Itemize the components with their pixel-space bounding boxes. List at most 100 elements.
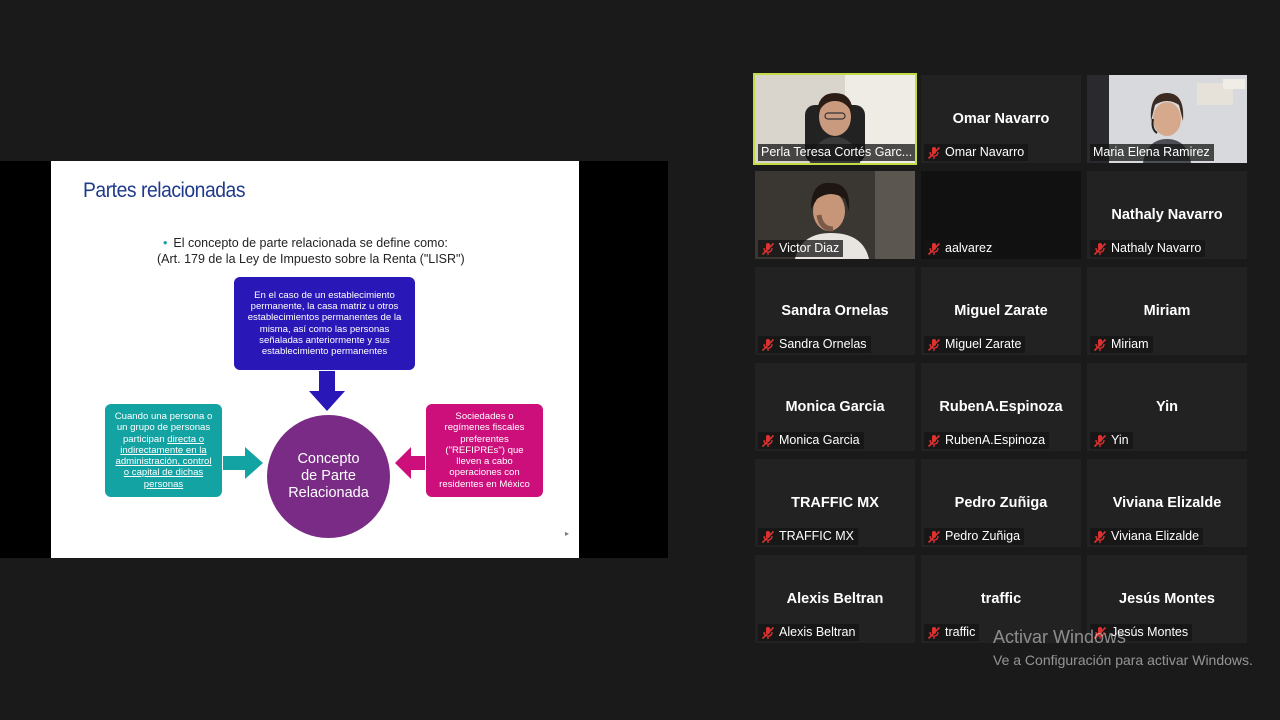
muted-microphone-icon — [927, 626, 941, 640]
cursor-icon: ▸ — [565, 529, 570, 538]
participant-name: Alexis Beltran — [779, 625, 856, 639]
muted-microphone-icon — [927, 338, 941, 352]
participant-name: Monica Garcia — [779, 433, 860, 447]
participant-display-name: Pedro Zuñiga — [954, 495, 1048, 511]
participant-tile[interactable]: Victor Diaz — [755, 171, 915, 259]
participant-display-name: Miriam — [1143, 303, 1191, 319]
left-box-line: Cuando una persona o — [114, 411, 213, 423]
right-box-line: operaciones con — [449, 467, 520, 479]
circle-line: de Parte — [301, 468, 356, 484]
presentation-slide: Partes relacionadas • El concepto de part… — [51, 161, 579, 558]
participant-display-name: Sandra Ornelas — [781, 303, 889, 319]
participant-tile[interactable]: Alexis Beltran Alexis Beltran — [755, 555, 915, 643]
bullet-text: El concepto de parte relacionada se defi… — [173, 236, 448, 250]
participant-name: Miriam — [1111, 337, 1149, 351]
participant-name-label: Alexis Beltran — [758, 624, 860, 641]
participant-display-name: RubenA.Espinoza — [939, 399, 1063, 415]
left-box-line: o capital de dichas — [123, 467, 204, 479]
participant-name-label: Victor Diaz — [758, 240, 844, 257]
slide-reference: (Art. 179 de la Ley de Impuesto sobre la… — [157, 252, 465, 266]
permanent-establishment-box: En el caso de un establecimiento permanen… — [234, 277, 415, 370]
participant-display-name: Alexis Beltran — [786, 591, 884, 607]
circle-line: Concepto — [297, 451, 360, 467]
participant-name-label: RubenA.Espinoza — [924, 432, 1050, 449]
participant-tile[interactable]: Miguel Zarate Miguel Zarate — [921, 267, 1081, 355]
related-party-concept-circle: Concepto de Parte Relacionada — [267, 415, 390, 538]
participation-box: Cuando una persona o un grupo de personas… — [105, 404, 222, 497]
participant-display-name: Jesús Montes — [1119, 591, 1215, 607]
right-box-line: lleven a cabo — [456, 456, 513, 468]
participant-name-label: Pedro Zuñiga — [924, 528, 1025, 545]
refipres-box: Sociedades o regímenes fiscales preferente… — [426, 404, 543, 497]
muted-microphone-icon — [1093, 338, 1107, 352]
top-box-line: establecimientos permanentes de la — [247, 312, 402, 324]
participant-name-label: Maria Elena Ramirez — [1090, 144, 1214, 161]
participant-display-name: Yin — [1155, 399, 1179, 415]
participant-tile[interactable]: Miriam Miriam — [1087, 267, 1247, 355]
participant-name: Pedro Zuñiga — [945, 529, 1021, 543]
top-box-line: permanente, la casa matriz u otros — [250, 301, 399, 313]
arrow-left-icon — [395, 447, 425, 479]
participant-name: RubenA.Espinoza — [945, 433, 1046, 447]
participant-tile[interactable]: Perla Teresa Cortés Garc... — [753, 73, 917, 165]
muted-microphone-icon — [761, 434, 775, 448]
participant-name: Perla Teresa Cortés Garc... — [761, 145, 913, 159]
muted-microphone-icon — [1093, 242, 1107, 256]
top-box-line: señaladas anteriormente y sus — [259, 334, 390, 346]
participant-name-label: Monica Garcia — [758, 432, 864, 449]
top-box-line: En el caso de un establecimiento — [254, 289, 395, 301]
participant-name-label: aalvarez — [924, 240, 997, 257]
top-box-line: establecimiento permanentes — [261, 345, 388, 357]
participant-display-name: Nathaly Navarro — [1111, 207, 1223, 223]
participant-tile[interactable]: Sandra Ornelas Sandra Ornelas — [755, 267, 915, 355]
right-box-line: preferentes — [460, 433, 509, 445]
participant-display-name: Monica Garcia — [785, 399, 885, 415]
participant-name: traffic — [945, 625, 976, 639]
muted-microphone-icon — [1093, 434, 1107, 448]
muted-microphone-icon — [761, 242, 775, 256]
left-box-line: indirectamente en la — [120, 444, 207, 456]
participant-tile[interactable]: Nathaly Navarro Nathaly Navarro — [1087, 171, 1247, 259]
right-box-line: residentes en México — [439, 478, 530, 490]
participant-display-name: Viviana Elizalde — [1112, 495, 1222, 511]
participant-name: Victor Diaz — [779, 241, 840, 255]
slide-title: Partes relacionadas — [83, 179, 246, 202]
participant-tile[interactable]: Omar Navarro Omar Navarro — [921, 75, 1081, 163]
left-box-line: un grupo de personas — [116, 422, 211, 434]
participant-name-label: Miriam — [1090, 336, 1153, 353]
left-box-line: participan directa o — [122, 433, 205, 445]
participant-tile[interactable]: TRAFFIC MX TRAFFIC MX — [755, 459, 915, 547]
participant-name-label: Sandra Ornelas — [758, 336, 871, 353]
muted-microphone-icon — [927, 434, 941, 448]
participant-display-name: Omar Navarro — [952, 111, 1050, 127]
bullet-icon: • — [163, 236, 168, 250]
arrow-right-icon — [223, 447, 263, 479]
participant-name-label: Miguel Zarate — [924, 336, 1026, 353]
participant-name-label: traffic — [924, 624, 980, 641]
left-box-line: administración, control — [115, 456, 212, 468]
participant-name-label: Omar Navarro — [924, 144, 1029, 161]
muted-microphone-icon — [761, 338, 775, 352]
windows-activation-title: Activar Windows — [993, 627, 1127, 647]
participant-tile[interactable]: Yin Yin — [1087, 363, 1247, 451]
top-box-line: misma, así como las personas — [259, 323, 390, 335]
arrow-down-icon — [309, 371, 345, 411]
participant-tile[interactable]: RubenA.Espinoza RubenA.Espinoza — [921, 363, 1081, 451]
participant-name: Yin — [1111, 433, 1129, 447]
muted-microphone-icon — [927, 242, 941, 256]
participant-tile[interactable]: Pedro Zuñiga Pedro Zuñiga — [921, 459, 1081, 547]
participant-name-label: Viviana Elizalde — [1090, 528, 1204, 545]
participant-name: Nathaly Navarro — [1111, 241, 1202, 255]
participant-name-label: Yin — [1090, 432, 1133, 449]
participant-tile[interactable]: Viviana Elizalde Viviana Elizalde — [1087, 459, 1247, 547]
participant-tile[interactable]: aalvarez — [921, 171, 1081, 259]
participant-name: Viviana Elizalde — [1111, 529, 1200, 543]
right-box-line: ("REFIPREs") que — [445, 444, 524, 456]
participant-name-label: TRAFFIC MX — [758, 528, 858, 545]
slide-bullet: • El concepto de parte relacionada se def… — [163, 236, 448, 250]
participant-tile[interactable]: Maria Elena Ramirez — [1087, 75, 1247, 163]
participant-name: TRAFFIC MX — [779, 529, 854, 543]
participant-display-name: TRAFFIC MX — [791, 495, 879, 511]
participant-name: Omar Navarro — [945, 145, 1025, 159]
participant-tile[interactable]: Monica Garcia Monica Garcia — [755, 363, 915, 451]
